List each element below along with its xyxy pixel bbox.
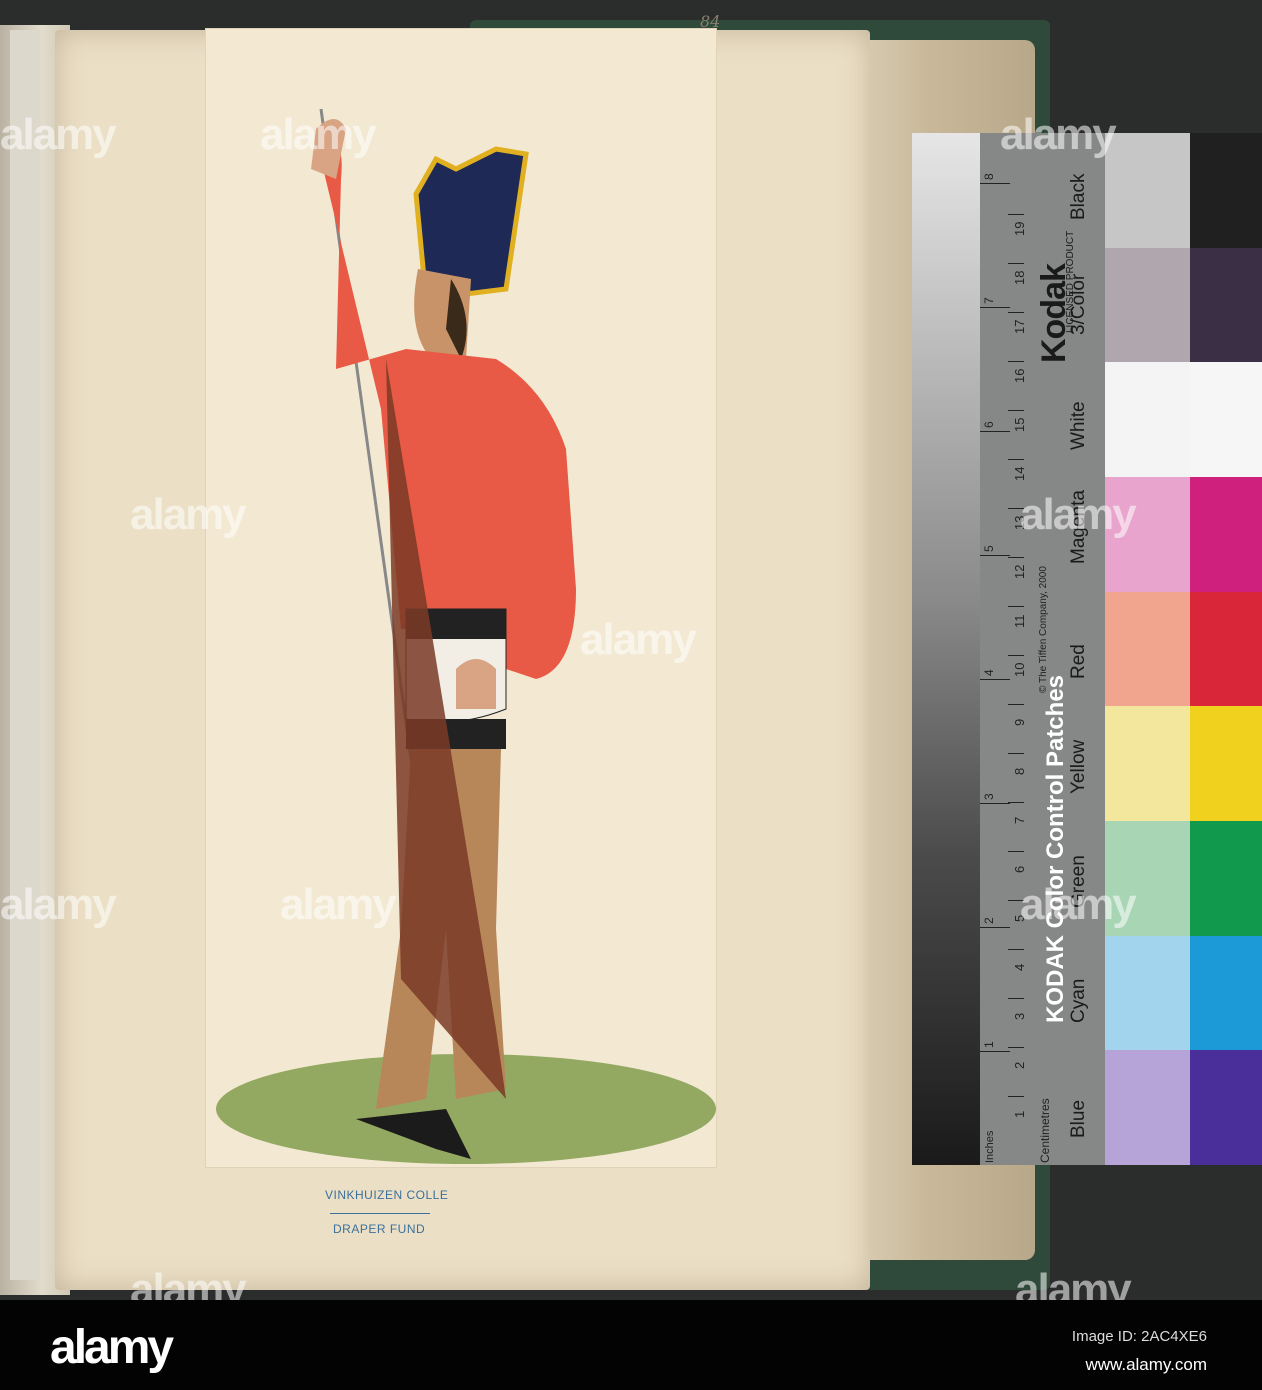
cm-tick: [1008, 949, 1024, 950]
color-patch-dark: [1190, 821, 1262, 936]
cm-tick: [1008, 851, 1024, 852]
color-patch-light: [1105, 362, 1190, 477]
inch-tick: [980, 803, 1010, 804]
cm-tick: [1008, 263, 1024, 264]
soldier-illustration: [216, 108, 716, 1164]
color-patch-dark: [1190, 362, 1262, 477]
cm-tick-label: 2: [1012, 1061, 1027, 1069]
inch-tick-label: 7: [982, 297, 996, 304]
footer-bar: [0, 1300, 1262, 1390]
stamp-divider: [330, 1213, 430, 1214]
cm-tick: [1008, 312, 1024, 313]
cm-tick-label: 17: [1012, 319, 1027, 334]
cm-tick-label: 14: [1012, 466, 1027, 481]
collection-stamp: VINKHUIZEN COLLE: [325, 1188, 449, 1202]
cm-tick-label: 9: [1012, 718, 1027, 726]
kodak-title: KODAK Color Control Patches: [1042, 674, 1069, 1023]
cm-tick: [1008, 704, 1024, 705]
cm-tick-label: 3: [1012, 1012, 1027, 1020]
inch-tick-label: 6: [982, 421, 996, 428]
grayscale-strip: [912, 133, 980, 1165]
color-patch-dark: [1190, 133, 1262, 248]
watermark: alamy: [260, 110, 377, 159]
page-number: 84: [700, 12, 721, 31]
color-patch-light: [1105, 1050, 1190, 1165]
cm-tick-label: 12: [1012, 564, 1027, 579]
cm-tick: [1008, 998, 1024, 999]
kodak-ruler: Inches Centimetres KODAK Color Control P…: [980, 133, 1105, 1165]
cm-tick-label: 7: [1012, 816, 1027, 824]
cm-tick-label: 19: [1012, 221, 1027, 236]
inch-tick: [980, 431, 1010, 432]
cm-tick-label: 6: [1012, 865, 1027, 873]
site-url: www.alamy.com: [1085, 1355, 1207, 1374]
inch-tick: [980, 1051, 1010, 1052]
inch-tick-label: 3: [982, 793, 996, 800]
inch-tick-label: 5: [982, 545, 996, 552]
centimetres-label: Centimetres: [1038, 1098, 1052, 1163]
cm-tick: [1008, 361, 1024, 362]
color-patch-dark: [1190, 591, 1262, 707]
inch-tick: [980, 183, 1010, 184]
color-patch-dark: [1190, 935, 1262, 1051]
inch-tick: [980, 927, 1010, 928]
inch-tick-label: 2: [982, 917, 996, 924]
cm-tick-label: 11: [1012, 614, 1027, 629]
watermark: alamy: [130, 490, 247, 539]
fund-stamp: DRAPER FUND: [333, 1222, 426, 1236]
cm-tick-label: 18: [1012, 270, 1027, 285]
color-patch-light: [1105, 133, 1190, 248]
cm-tick: [1008, 1047, 1024, 1048]
patch-label: Black: [1068, 173, 1089, 221]
inch-tick-label: 1: [982, 1041, 996, 1048]
inch-tick: [980, 555, 1010, 556]
patch-label: Red: [1068, 644, 1089, 679]
watermark: alamy: [1000, 110, 1117, 159]
watermark: alamy: [580, 615, 697, 664]
cm-tick: [1008, 802, 1024, 803]
cm-tick-label: 8: [1012, 767, 1027, 775]
patch-label: Cyan: [1068, 978, 1089, 1023]
cm-tick-label: 10: [1012, 662, 1027, 677]
color-patch-dark: [1190, 247, 1262, 363]
cm-tick: [1008, 557, 1024, 558]
inch-tick-label: 4: [982, 669, 996, 676]
cm-tick: [1008, 214, 1024, 215]
inches-label: Inches: [984, 1130, 996, 1163]
cm-tick: [1008, 753, 1024, 754]
cm-tick: [1008, 1096, 1024, 1097]
color-patch-light: [1105, 935, 1190, 1051]
patch-label: Yellow: [1068, 739, 1089, 794]
cm-tick: [1008, 606, 1024, 607]
patch-label: Blue: [1068, 1099, 1089, 1138]
cm-tick-label: 15: [1012, 417, 1027, 432]
color-patch-dark: [1190, 706, 1262, 821]
cm-tick-label: 4: [1012, 963, 1027, 971]
watermark: alamy: [0, 110, 117, 159]
inch-tick: [980, 679, 1010, 680]
illustration-card: [205, 28, 717, 1168]
cm-tick: [1008, 459, 1024, 460]
inch-tick: [980, 307, 1010, 308]
color-patch-dark: [1190, 1050, 1262, 1165]
spine-cloth: [10, 30, 40, 1280]
watermark: alamy: [280, 880, 397, 929]
cm-tick-label: 16: [1012, 368, 1027, 383]
image-id: Image ID: 2AC4XE6: [1071, 1328, 1207, 1345]
color-patch-dark: [1190, 477, 1262, 592]
watermark: alamy: [0, 880, 117, 929]
watermark: alamy: [1020, 490, 1137, 539]
alamy-logo: alamy: [50, 1321, 174, 1374]
patch-label: 3/Color: [1068, 273, 1089, 335]
color-patch-light: [1105, 706, 1190, 821]
color-patch-light: [1105, 247, 1190, 363]
color-patch-light: [1105, 591, 1190, 707]
inch-tick-label: 8: [982, 173, 996, 180]
cm-tick-label: 1: [1012, 1110, 1027, 1118]
watermark: alamy: [1020, 880, 1137, 929]
copyright: © The Tiffen Company, 2000: [1038, 566, 1049, 693]
cm-tick: [1008, 655, 1024, 656]
patch-label: White: [1068, 401, 1089, 450]
cm-tick: [1008, 410, 1024, 411]
